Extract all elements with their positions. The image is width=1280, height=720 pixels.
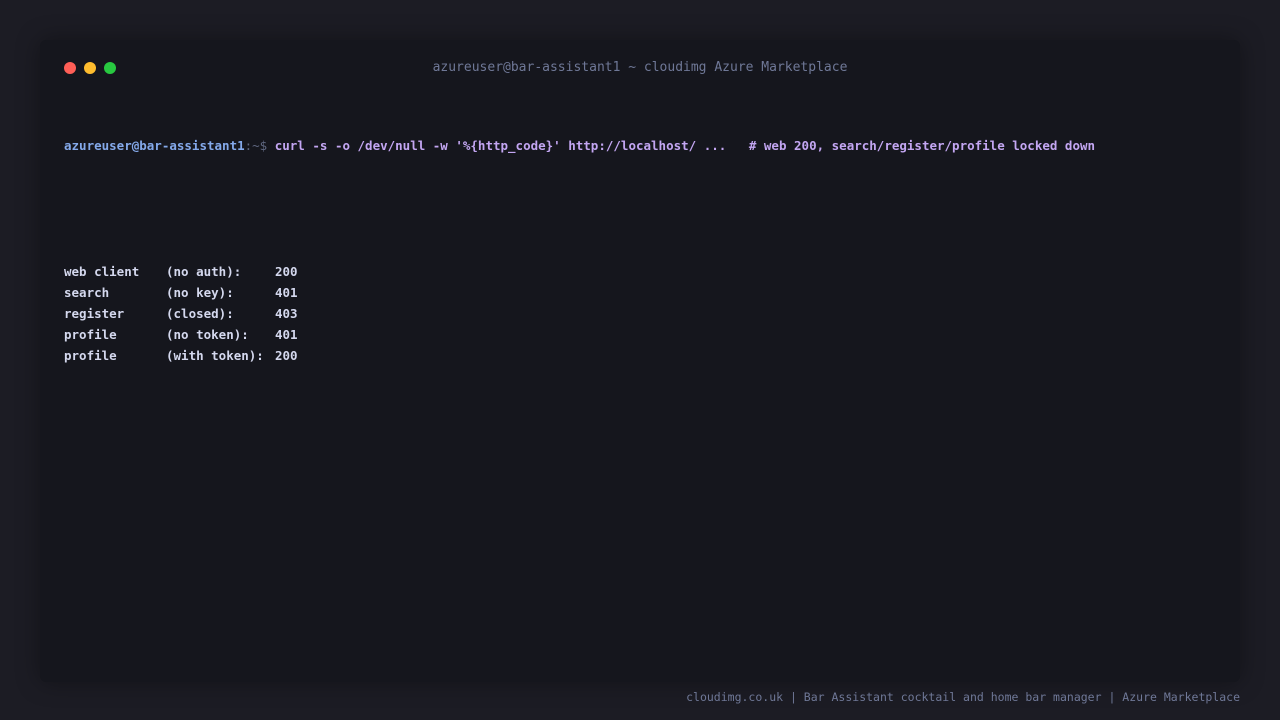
window-title: azureuser@bar-assistant1 ~ cloudimg Azur… (432, 60, 848, 75)
result-row: profile (no token): 401 (64, 324, 1216, 345)
prompt-user-host: azureuser@bar-assistant1 (64, 138, 245, 153)
result-note: (no token): (166, 327, 249, 342)
result-note: (no auth): (166, 264, 242, 279)
result-row: register (closed): 403 (64, 303, 1216, 324)
title-bar: azureuser@bar-assistant1 ~ cloudimg Azur… (40, 40, 1240, 96)
command-text: curl -s -o /dev/null -w '%{http_code}' h… (274, 138, 727, 153)
results-list: web client (no auth): 200 search (no key): 40… (64, 261, 1216, 366)
terminal-output[interactable]: azureuser@bar-assistant1:~$ curl -s -o /… (64, 93, 1216, 408)
result-note: (no key): (166, 285, 234, 300)
footer-text: cloudimg.co.uk | Bar Assistant cocktail … (686, 690, 1240, 704)
result-note: (closed): (166, 306, 234, 321)
result-name: profile (64, 348, 117, 363)
result-row: profile (with token): 200 (64, 345, 1216, 366)
status-code: 401 (275, 285, 298, 300)
result-name: profile (64, 327, 117, 342)
status-code: 401 (275, 327, 298, 342)
terminal-window: azureuser@bar-assistant1 ~ cloudimg Azur… (40, 40, 1240, 682)
result-row: web client (no auth): 200 (64, 261, 1216, 282)
command-line: azureuser@bar-assistant1:~$ curl -s -o /… (64, 135, 1216, 156)
result-note: (with token): (166, 348, 264, 363)
result-name: search (64, 285, 110, 300)
result-row: search (no key): 401 (64, 282, 1216, 303)
result-name: register (64, 306, 125, 321)
status-code: 200 (275, 264, 298, 279)
status-code: 200 (275, 348, 298, 363)
status-code: 403 (275, 306, 298, 321)
prompt-path: :~$ (244, 138, 268, 153)
result-name: web client (64, 264, 140, 279)
command-comment: # web 200, search/register/profile locke… (748, 138, 1096, 153)
